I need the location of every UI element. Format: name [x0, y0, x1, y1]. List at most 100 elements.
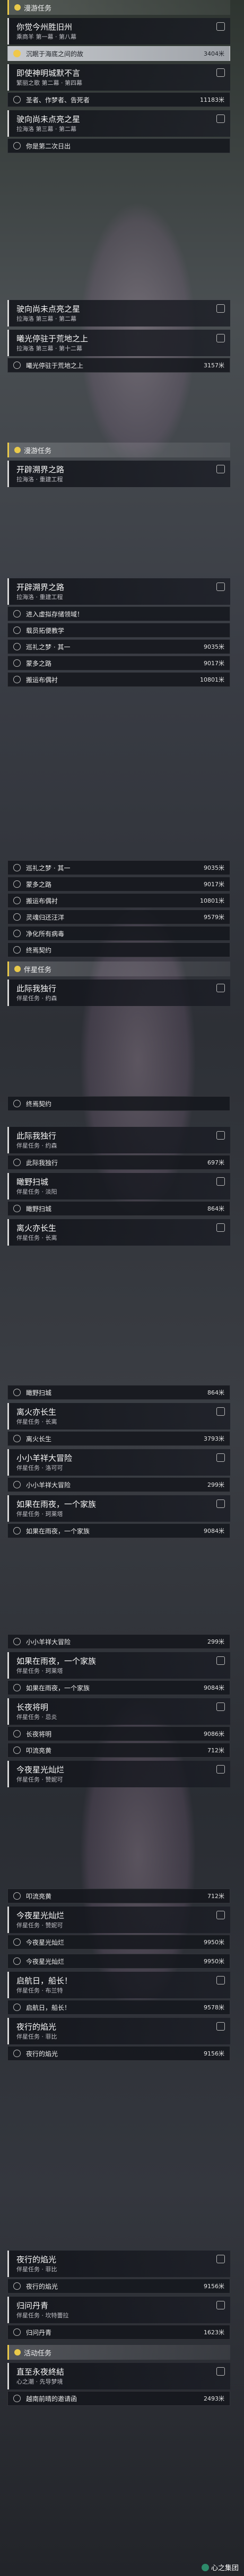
quest-step[interactable]: 灵魂归还汪洋 9579米	[7, 910, 230, 924]
quest-step[interactable]: 今夜星光灿烂 9950米	[7, 1954, 230, 1969]
quest-step[interactable]: 今夜星光灿烂 9950米	[7, 1935, 230, 1949]
quest-step[interactable]: 搬运布偶衬 10801米	[7, 893, 230, 908]
quest-step[interactable]: 夜行的焰光 9156米	[7, 2279, 230, 2293]
quest-step[interactable]: 瞰野扫城 864米	[7, 1201, 230, 1216]
menu-icon[interactable]	[216, 1407, 225, 1416]
quest-card[interactable]: 离火亦长生 伴星任务 · 长离	[7, 1403, 230, 1430]
track-icon	[13, 1205, 21, 1212]
menu-icon[interactable]	[216, 583, 225, 591]
track-icon	[13, 96, 21, 103]
menu-icon[interactable]	[216, 2022, 225, 2031]
quest-list-block-3: 漫游任务 开辟溯界之路 拉海洛 · 重建工程	[7, 443, 230, 487]
quest-step[interactable]: 归问丹青 1623米	[7, 2325, 230, 2340]
quest-card[interactable]: 今夜星光灿烂 伴星任务 · 赞妮可	[7, 1907, 230, 1933]
quest-step[interactable]: 如果在雨夜，一个家族 9084米	[7, 1680, 230, 1695]
track-icon	[13, 880, 21, 888]
menu-icon[interactable]	[216, 465, 225, 473]
quest-card[interactable]: 开辟溯界之路 拉海洛 · 重建工程	[7, 578, 230, 605]
menu-icon[interactable]	[216, 334, 225, 342]
quest-step[interactable]: 沉眠于海底之间的故 3404米	[7, 46, 230, 61]
track-icon	[13, 627, 21, 634]
menu-icon[interactable]	[216, 1911, 225, 1919]
track-icon	[13, 2395, 21, 2402]
section-header-dream[interactable]: 漫游任务	[7, 443, 230, 457]
menu-icon[interactable]	[216, 1223, 225, 1232]
quest-step[interactable]: 巡礼之梦 · 其一 9035米	[7, 639, 230, 654]
menu-icon[interactable]	[216, 2301, 225, 2309]
menu-icon[interactable]	[216, 1453, 225, 1462]
quest-list-block-6: 终焉契约 此际我独行 伴星任务 · 约森 此际我独行 697米 瞰野扫城 伴星任务 ·…	[7, 1095, 230, 1246]
quest-card[interactable]: 你觉今州胜旧州 乘商羊 第一幕 · 第八幕	[7, 18, 230, 45]
menu-icon[interactable]	[216, 114, 225, 123]
menu-icon[interactable]	[216, 1976, 225, 1984]
track-icon	[13, 913, 21, 921]
quest-step[interactable]: 如果在雨夜，一个家族 9084米	[7, 1523, 230, 1538]
menu-icon[interactable]	[216, 1702, 225, 1711]
section-header-companion[interactable]: 伴星任务	[7, 961, 230, 976]
track-icon	[13, 864, 21, 871]
section-header-dream[interactable]: 漫游任务	[7, 0, 230, 15]
quest-card[interactable]: 即使神明城默不言 繁丽之歌 第二幕 · 第四幕	[7, 64, 230, 91]
menu-icon[interactable]	[216, 1656, 225, 1665]
menu-icon[interactable]	[216, 1177, 225, 1186]
menu-icon[interactable]	[216, 1131, 225, 1140]
quest-step[interactable]: 你是第二次日出	[7, 138, 230, 153]
quest-step[interactable]: 巡礼之梦 · 其一 9035米	[7, 860, 230, 875]
quest-step[interactable]: 小小羊祥大冒险 299米	[7, 1634, 230, 1649]
quest-step[interactable]: 离火长生 3793米	[7, 1431, 230, 1446]
quest-card[interactable]: 今夜星光灿烂 伴星任务 · 赞妮可	[7, 1761, 230, 1787]
quest-step[interactable]: 终焉契约	[7, 1096, 230, 1111]
track-icon	[13, 1527, 21, 1534]
quest-step[interactable]: 此际我独行 697米	[7, 1155, 230, 1170]
quest-step[interactable]: 小小羊祥大冒险 299米	[7, 1477, 230, 1492]
quest-card[interactable]: 此际我独行 伴星任务 · 约森	[7, 1127, 230, 1153]
quest-step[interactable]: 蒙多之路 9017米	[7, 656, 230, 671]
quest-card[interactable]: 启航日，船长！ 伴星任务 · 布兰特	[7, 1972, 230, 1998]
section-header-activity[interactable]: 活动任务	[7, 2345, 230, 2360]
menu-icon[interactable]	[216, 984, 225, 992]
quest-step[interactable]: 搬运布偶衬 10801米	[7, 672, 230, 687]
menu-icon[interactable]	[216, 304, 225, 313]
quest-step[interactable]: 曦光停驻于荒地之上 3157米	[7, 358, 230, 373]
quest-card[interactable]: 如果在雨夜，一个家族 伴星任务 · 珂莱塔	[7, 1652, 230, 1679]
quest-step[interactable]: 长夜将明 9086米	[7, 1726, 230, 1741]
quest-card[interactable]: 瞰野扫城 伴星任务 · 淡阳	[7, 1173, 230, 1199]
quest-step[interactable]: 叩流亮黄 712米	[7, 1743, 230, 1758]
quest-card[interactable]: 此际我独行 伴星任务 · 约森	[7, 980, 230, 1006]
track-icon	[13, 930, 21, 937]
menu-icon[interactable]	[216, 2255, 225, 2263]
quest-step[interactable]: 终焉契约	[7, 942, 230, 957]
menu-icon[interactable]	[216, 68, 225, 77]
track-icon	[13, 1684, 21, 1691]
quest-card[interactable]: 曦光停驻于荒地之上 拉海洛 第三幕 · 第十二幕	[7, 330, 230, 356]
quest-list-block-4: 开辟溯界之路 拉海洛 · 重建工程 进入虚拟存储领域！ 载员拓便教学 巡礼之梦 ·…	[7, 575, 230, 687]
menu-icon[interactable]	[216, 2367, 225, 2376]
quest-step[interactable]: 越南前晴的邀请函 2493米	[7, 2391, 230, 2406]
quest-card[interactable]: 开辟溯界之路 拉海洛 · 重建工程	[7, 461, 230, 487]
quest-card[interactable]: 夜行的焰光 伴星任务 · 菲比	[7, 2251, 230, 2277]
quest-card[interactable]: 归问丹青 伴星任务 · 坎特蕾拉	[7, 2297, 230, 2323]
menu-icon[interactable]	[216, 1499, 225, 1508]
quest-step[interactable]: 瞰野扫城 864米	[7, 1385, 230, 1400]
quest-card[interactable]: 如果在雨夜，一个家族 伴星任务 · 珂莱塔	[7, 1495, 230, 1522]
track-icon	[13, 2328, 21, 2336]
quest-step[interactable]: 启航日，船长！ 9578米	[7, 2000, 230, 2015]
quest-step[interactable]: 圣者、作梦者、告死者 11183米	[7, 92, 230, 107]
quest-card[interactable]: 长夜将明 伴星任务 · 忌炎	[7, 1698, 230, 1725]
quest-list-block-8: 小小羊祥大冒险 299米 如果在雨夜，一个家族 伴星任务 · 珂莱塔 如果在雨夜，一…	[7, 1633, 230, 1787]
quest-step[interactable]: 蒙多之路 9017米	[7, 877, 230, 892]
quest-card[interactable]: 直至永夜終結 心之潮 · 先导梦境	[7, 2363, 230, 2389]
quest-step[interactable]: 进入虚拟存储领域！	[7, 606, 230, 621]
quest-step[interactable]: 载员拓便教学	[7, 623, 230, 638]
quest-card[interactable]: 驶向尚未点亮之星 拉海洛 第三幕 · 第二幕	[7, 110, 230, 137]
quest-card[interactable]: 小小羊祥大冒险 伴星任务 · 洛可可	[7, 1449, 230, 1476]
quest-step[interactable]: 净化所有病毒	[7, 926, 230, 941]
quest-step[interactable]: 夜行的焰光 9156米	[7, 2046, 230, 2061]
quest-card[interactable]: 夜行的焰光 伴星任务 · 菲比	[7, 2018, 230, 2044]
track-icon	[13, 50, 21, 57]
quest-step[interactable]: 叩流亮黄 712米	[7, 1889, 230, 1903]
menu-icon[interactable]	[216, 22, 225, 31]
menu-icon[interactable]	[216, 1765, 225, 1774]
quest-card[interactable]: 离火亦长生 伴星任务 · 长离	[7, 1219, 230, 1246]
quest-card[interactable]: 驶向尚未点亮之星 拉海洛 第三幕 · 第二幕	[7, 300, 230, 327]
